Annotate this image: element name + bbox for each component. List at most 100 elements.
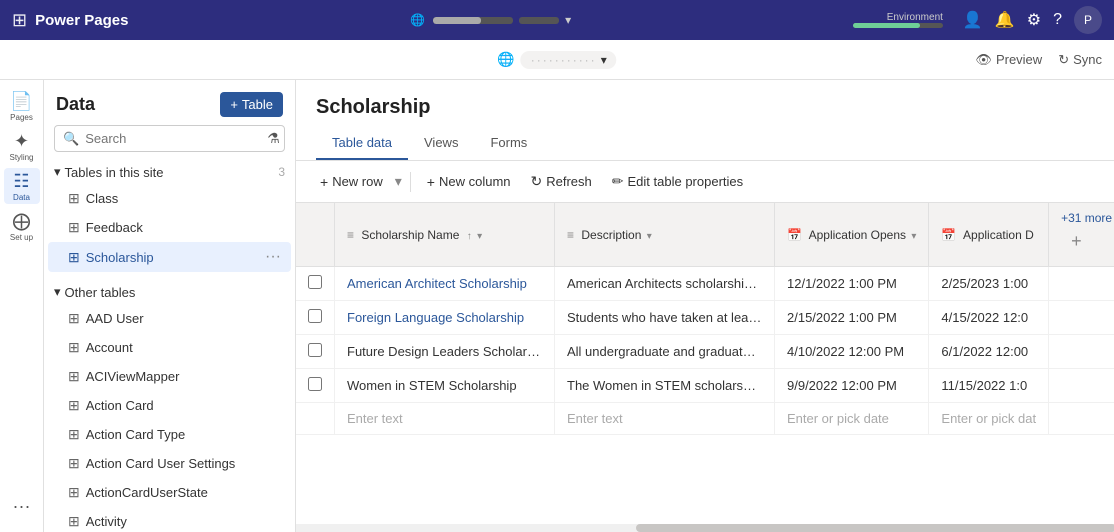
- row-d-3: 6/1/2022 12:00: [929, 335, 1049, 369]
- col-description[interactable]: ≡ Description ▾: [555, 203, 775, 267]
- site-chevron[interactable]: ▾: [601, 53, 607, 67]
- site-pill[interactable]: ··········· ▾: [521, 51, 617, 69]
- sidebar-item-action-card-type[interactable]: ⊞ Action Card Type: [48, 420, 291, 449]
- filter-chevron-opens[interactable]: ▾: [911, 231, 916, 242]
- placeholder-d[interactable]: Enter or pick dat: [929, 403, 1049, 435]
- sidebar-item-feedback[interactable]: ⊞ Feedback: [48, 213, 291, 242]
- sidebar-title: Data: [56, 94, 95, 115]
- edit-table-button[interactable]: ✏ Edit table properties: [604, 169, 751, 194]
- row-checkbox[interactable]: [296, 301, 335, 335]
- placeholder-desc[interactable]: Enter text: [555, 403, 775, 435]
- pages-icon: 📄: [10, 91, 32, 112]
- horizontal-scrollbar[interactable]: [296, 524, 1114, 532]
- row-desc-2: Students who have taken at least ...: [555, 301, 775, 335]
- filter-chevron-desc[interactable]: ▾: [647, 231, 652, 242]
- new-column-button[interactable]: + New column: [419, 170, 519, 194]
- placeholder-opens[interactable]: Enter or pick date: [775, 403, 929, 435]
- col-more[interactable]: +31 more ▾ +: [1049, 203, 1114, 267]
- icon-bar-styling[interactable]: ✦ Styling: [4, 128, 40, 164]
- table-header-row: ≡ Scholarship Name ↑ ▾ ≡ Description ▾ 📅: [296, 203, 1114, 267]
- second-bar: 🌐 ··········· ▾ 👁 Preview ↻ Sync: [0, 40, 1114, 80]
- sidebar-item-action-card-user-settings[interactable]: ⊞ Action Card User Settings: [48, 449, 291, 478]
- data-label: Data: [13, 193, 30, 202]
- row-checkbox[interactable]: [296, 369, 335, 403]
- more-button[interactable]: ···: [265, 248, 281, 266]
- refresh-label: Refresh: [546, 174, 592, 189]
- app-grid-icon[interactable]: ⊞: [12, 10, 27, 31]
- filter-icon[interactable]: ⚗: [267, 130, 280, 147]
- icon-bar-data[interactable]: ☷ Data: [4, 168, 40, 204]
- help-icon[interactable]: ?: [1053, 11, 1062, 29]
- row-opens-3: 4/10/2022 12:00 PM: [775, 335, 929, 369]
- sidebar-item-activity[interactable]: ⊞ Activity: [48, 507, 291, 532]
- placeholder-name[interactable]: Enter text: [335, 403, 555, 435]
- site-name: ···········: [531, 53, 597, 67]
- tab-views[interactable]: Views: [408, 127, 474, 160]
- this-site-header[interactable]: ▾ Tables in this site 3: [44, 160, 295, 184]
- row-name-1[interactable]: American Architect Scholarship: [335, 267, 555, 301]
- sidebar-item-aad-user[interactable]: ⊞ AAD User: [48, 304, 291, 333]
- row-name-3[interactable]: Future Design Leaders Scholarship: [335, 335, 555, 369]
- this-site-label: Tables in this site: [65, 165, 164, 180]
- checkbox-input[interactable]: [308, 309, 322, 323]
- new-row-chevron[interactable]: ▾: [395, 173, 402, 190]
- top-nav: ⊞ Power Pages 🌐 ▾ Environment 👤 🔔 ⚙ ? P: [0, 0, 1114, 40]
- icon-bar-setup[interactable]: ⨁ Set up: [4, 208, 40, 244]
- col-app-d[interactable]: 📅 Application D: [929, 203, 1049, 267]
- app-name: Power Pages: [35, 12, 128, 29]
- row-checkbox[interactable]: [296, 335, 335, 369]
- icon-bar-more[interactable]: ···: [4, 488, 40, 524]
- grid-icon: ⊞: [68, 513, 80, 530]
- grid-icon: ⊞: [68, 190, 80, 207]
- search-input[interactable]: [85, 131, 261, 146]
- row-opens-4: 9/9/2022 12:00 PM: [775, 369, 929, 403]
- bell-icon[interactable]: 🔔: [995, 10, 1015, 30]
- sidebar-item-action-card[interactable]: ⊞ Action Card: [48, 391, 291, 420]
- other-tables-header[interactable]: ▾ Other tables: [44, 276, 295, 304]
- tab-forms[interactable]: Forms: [474, 127, 543, 160]
- sidebar-item-class[interactable]: ⊞ Class: [48, 184, 291, 213]
- search-box[interactable]: 🔍 ⚗: [54, 125, 285, 152]
- search-icon: 🔍: [63, 131, 79, 147]
- refresh-button[interactable]: ↻ Refresh: [523, 169, 600, 194]
- icon-bar-pages[interactable]: 📄 Pages: [4, 88, 40, 124]
- new-row-button[interactable]: + New row: [312, 170, 391, 194]
- table-row: Women in STEM Scholarship The Women in S…: [296, 369, 1114, 403]
- add-table-button[interactable]: + Table: [220, 92, 283, 117]
- row-name-2[interactable]: Foreign Language Scholarship: [335, 301, 555, 335]
- refresh-icon: ↻: [531, 173, 543, 190]
- tab-table-data[interactable]: Table data: [316, 127, 408, 160]
- sidebar-item-scholarship[interactable]: ⊞ Scholarship ···: [48, 242, 291, 272]
- sync-icon: ↻: [1058, 52, 1069, 68]
- sidebar-header: Data + Table: [44, 80, 295, 125]
- sidebar-item-actioncarduserstate[interactable]: ⊞ ActionCardUserState: [48, 478, 291, 507]
- avatar[interactable]: P: [1074, 6, 1102, 34]
- sync-button[interactable]: ↻ Sync: [1058, 52, 1102, 68]
- chevron-down-icon[interactable]: ▾: [565, 13, 571, 27]
- add-column-button[interactable]: +: [1061, 225, 1092, 258]
- row-checkbox[interactable]: [296, 267, 335, 301]
- checkbox-input[interactable]: [308, 275, 322, 289]
- checkbox-input[interactable]: [308, 343, 322, 357]
- setup-icon: ⨁: [13, 211, 31, 232]
- more-cols-button[interactable]: +31 more ▾: [1061, 211, 1114, 225]
- filter-chevron-name[interactable]: ▾: [477, 231, 482, 242]
- grid-icon: ⊞: [68, 397, 80, 414]
- table-container[interactable]: ≡ Scholarship Name ↑ ▾ ≡ Description ▾ 📅: [296, 203, 1114, 524]
- feedback-label: Feedback: [86, 220, 281, 235]
- sidebar-item-aciviewmapper[interactable]: ⊞ ACIViewMapper: [48, 362, 291, 391]
- preview-button[interactable]: 👁 Preview: [975, 52, 1042, 68]
- checkbox-input[interactable]: [308, 377, 322, 391]
- sidebar-item-account[interactable]: ⊞ Account: [48, 333, 291, 362]
- row-name-4[interactable]: Women in STEM Scholarship: [335, 369, 555, 403]
- settings-icon[interactable]: ⚙: [1027, 10, 1041, 30]
- this-site-section: ▾ Tables in this site 3 ⊞ Class ⊞ Feedba…: [44, 160, 295, 272]
- col-scholarship-name[interactable]: ≡ Scholarship Name ↑ ▾: [335, 203, 555, 267]
- scrollbar-thumb[interactable]: [636, 524, 1114, 532]
- person-icon[interactable]: 👤: [963, 10, 983, 30]
- col-icon-desc: ≡: [567, 228, 574, 242]
- class-label: Class: [86, 191, 281, 206]
- sort-icon[interactable]: ↑: [467, 231, 472, 242]
- col-app-opens[interactable]: 📅 Application Opens ▾: [775, 203, 929, 267]
- col-opens-label: Application Opens: [809, 228, 906, 242]
